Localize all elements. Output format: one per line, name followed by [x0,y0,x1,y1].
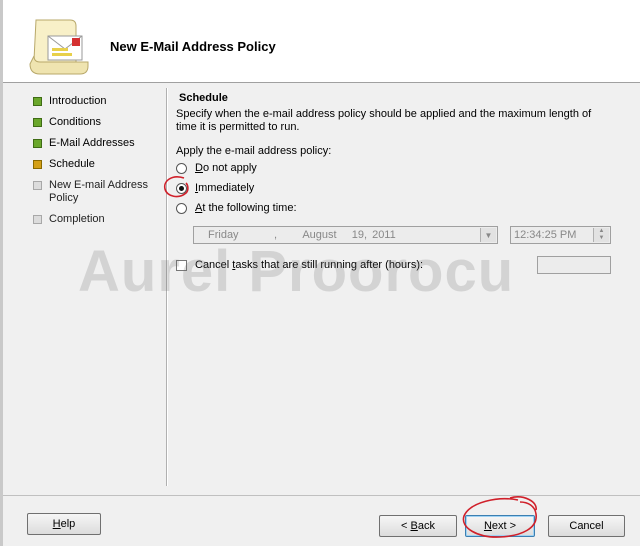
step-current-icon [33,160,42,169]
footer-divider [3,495,640,496]
step-complete-icon [33,118,42,127]
cancel-tasks-checkbox[interactable] [176,259,187,271]
radio-button[interactable] [176,162,187,174]
radio-button[interactable] [176,202,187,214]
section-description: Specify when the e-mail address policy s… [176,108,592,133]
nav-item-new-policy: New E-mail Address Policy [33,179,159,205]
radio-at-following-time[interactable]: At the following time: [176,202,297,214]
checkbox-label: Cancel tasks that are still running afte… [195,259,424,271]
step-pending-icon [33,215,42,224]
radio-label: Immediately [195,182,255,194]
page-title: New E-Mail Address Policy [110,39,276,54]
nav-item-label: Introduction [49,95,107,107]
nav-item-completion: Completion [33,213,159,226]
step-complete-icon [33,97,42,106]
help-button[interactable]: Help [27,513,101,535]
date-value: Friday , August 19, 2011 [208,229,396,241]
watermark-text: Aurel Proorocu [78,239,515,304]
red-annotation-circle [462,496,537,538]
nav-item-label: Schedule [49,158,95,170]
radio-label: Do not apply [195,162,257,174]
nav-item-email-addresses: E-Mail Addresses [33,137,159,150]
spinner-arrows-icon[interactable]: ▲ ▼ [593,228,609,242]
nav-item-schedule: Schedule [33,158,159,171]
wizard-header [3,0,640,82]
nav-item-label: E-Mail Addresses [49,137,135,149]
apply-policy-label: Apply the e-mail address policy: [176,145,332,157]
nav-item-label: Conditions [49,116,101,128]
nav-item-label: Completion [49,213,105,225]
red-annotation-circle [163,176,189,198]
wizard-window: New E-Mail Address Policy Introduction C… [0,0,640,546]
nav-item-label: New E-mail Address Policy [49,179,149,204]
date-picker[interactable]: Friday , August 19, 2011 ▼ [193,226,498,244]
cancel-tasks-checkbox-row[interactable]: Cancel tasks that are still running afte… [176,259,423,271]
radio-do-not-apply[interactable]: Do not apply [176,162,257,174]
chevron-down-icon[interactable]: ▼ [480,228,496,242]
back-button[interactable]: < Back [379,515,457,537]
header-divider [3,82,640,83]
nav-item-introduction: Introduction [33,95,159,108]
nav-item-conditions: Conditions [33,116,159,129]
step-complete-icon [33,139,42,148]
time-picker[interactable]: 12:34:25 PM ▲ ▼ [510,226,611,244]
hours-input[interactable] [537,256,611,274]
cancel-button[interactable]: Cancel [548,515,625,537]
time-value: 12:34:25 PM [514,229,577,241]
policy-scroll-icon [29,19,89,75]
radio-label: At the following time: [195,202,297,214]
step-pending-icon [33,181,42,190]
nav-divider [166,88,168,486]
section-title: Schedule [179,92,228,104]
